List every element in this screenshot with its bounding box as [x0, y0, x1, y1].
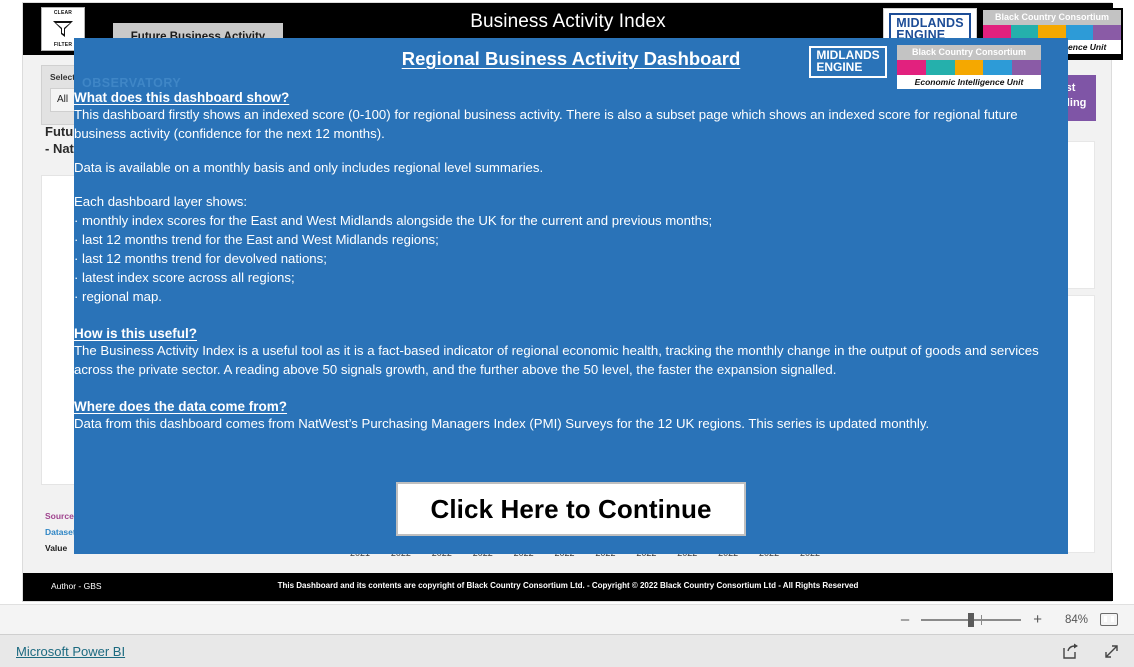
- modal-spacer: [74, 177, 1046, 192]
- zoom-slider-tick: [981, 614, 983, 625]
- modal-section-paragraph: Each dashboard layer shows:: [74, 194, 248, 209]
- status-bar: Microsoft Power BI: [0, 634, 1134, 667]
- zoom-out-button[interactable]: –: [901, 612, 909, 627]
- modal-section-paragraph: Data is available on a monthly basis and…: [74, 160, 544, 175]
- filter-funnel-icon: [49, 18, 77, 40]
- observatory-watermark: OBSERVATORY: [82, 76, 182, 90]
- metadata-legend: Source Dataset Value: [45, 508, 76, 556]
- status-bar-icons: [1062, 643, 1120, 660]
- modal-bullet-item: · last 12 months trend for devolved nati…: [74, 251, 327, 266]
- clear-filter-top-label: CLEAR: [53, 10, 73, 16]
- info-modal-overlay: Regional Business Activity Dashboard MID…: [74, 38, 1068, 554]
- clear-filter-bottom-label: FILTER: [53, 42, 73, 48]
- modal-bullet-item: · regional map.: [74, 289, 162, 304]
- modal-bullet-item: · latest index score across all regions;: [74, 270, 295, 285]
- modal-spacer: [74, 143, 1046, 158]
- modal-midlands-engine-line2: ENGINE: [816, 59, 863, 74]
- meta-source-label: Source: [45, 511, 74, 521]
- modal-bullet-item: · monthly index scores for the East and …: [74, 213, 713, 228]
- meta-value-label: Value: [45, 543, 68, 553]
- modal-section-paragraph: Data from this dashboard comes from NatW…: [74, 416, 930, 431]
- modal-section: What does this dashboard show? This dashb…: [74, 90, 1046, 143]
- microsoft-power-bi-link[interactable]: Microsoft Power BI: [16, 644, 125, 659]
- modal-spacer: [74, 433, 1046, 448]
- modal-section-heading: How is this useful?: [74, 326, 198, 341]
- zoom-slider-thumb[interactable]: [968, 612, 975, 627]
- zoom-toolbar: – + 84%: [0, 604, 1134, 634]
- modal-midlands-engine-logo: MIDLANDS ENGINE: [806, 44, 890, 80]
- zoom-in-button[interactable]: +: [1033, 612, 1042, 627]
- modal-section: Data is available on a monthly basis and…: [74, 158, 1046, 177]
- click-here-to-continue-button[interactable]: Click Here to Continue: [396, 482, 746, 536]
- continue-button-wrapper: Click Here to Continue: [74, 482, 1068, 536]
- modal-section-paragraph: The Business Activity Index is a useful …: [74, 343, 1039, 377]
- slicer-label: Select: [50, 72, 76, 82]
- fit-to-page-icon[interactable]: [1100, 613, 1118, 626]
- modal-spacer: [74, 379, 1046, 399]
- modal-bullet-list: · monthly index scores for the East and …: [74, 211, 1046, 306]
- meta-dataset-label: Dataset: [45, 527, 76, 537]
- share-icon[interactable]: [1062, 643, 1079, 660]
- bcc-logo-title: Black Country Consortium: [983, 10, 1121, 25]
- footer-copyright: This Dashboard and its contents are copy…: [277, 581, 859, 590]
- modal-bcc-logo-subtitle: Economic Intelligence Unit: [897, 75, 1041, 89]
- modal-section: How is this useful? The Business Activity…: [74, 326, 1046, 379]
- modal-body: What does this dashboard show? This dashb…: [74, 90, 1068, 448]
- power-bi-report-viewer: Business Activity Index CLEAR FILTER Fut…: [0, 0, 1134, 667]
- modal-bcc-logo-title: Black Country Consortium: [897, 45, 1041, 60]
- modal-section: Each dashboard layer shows: · monthly ind…: [74, 192, 1046, 306]
- modal-section: Where does the data come from? Data from …: [74, 399, 1046, 433]
- zoom-percent-label: 84%: [1064, 613, 1088, 626]
- modal-spacer: [74, 306, 1046, 326]
- zoom-slider[interactable]: [921, 612, 1022, 627]
- modal-section-paragraph: This dashboard firstly shows an indexed …: [74, 107, 1018, 141]
- modal-sections: What does this dashboard show? This dashb…: [74, 90, 1046, 448]
- modal-section-heading: What does this dashboard show?: [74, 90, 290, 105]
- midlands-engine-line1: MIDLANDS: [896, 15, 964, 30]
- modal-bcc-color-swatches: [897, 60, 1041, 75]
- footer-author: Author - GBS: [51, 581, 102, 591]
- fullscreen-icon[interactable]: [1103, 643, 1120, 660]
- modal-section-heading: Where does the data come from?: [74, 399, 288, 414]
- report-footer: This Dashboard and its contents are copy…: [23, 573, 1113, 601]
- modal-bullet-item: · last 12 months trend for the East and …: [74, 232, 439, 247]
